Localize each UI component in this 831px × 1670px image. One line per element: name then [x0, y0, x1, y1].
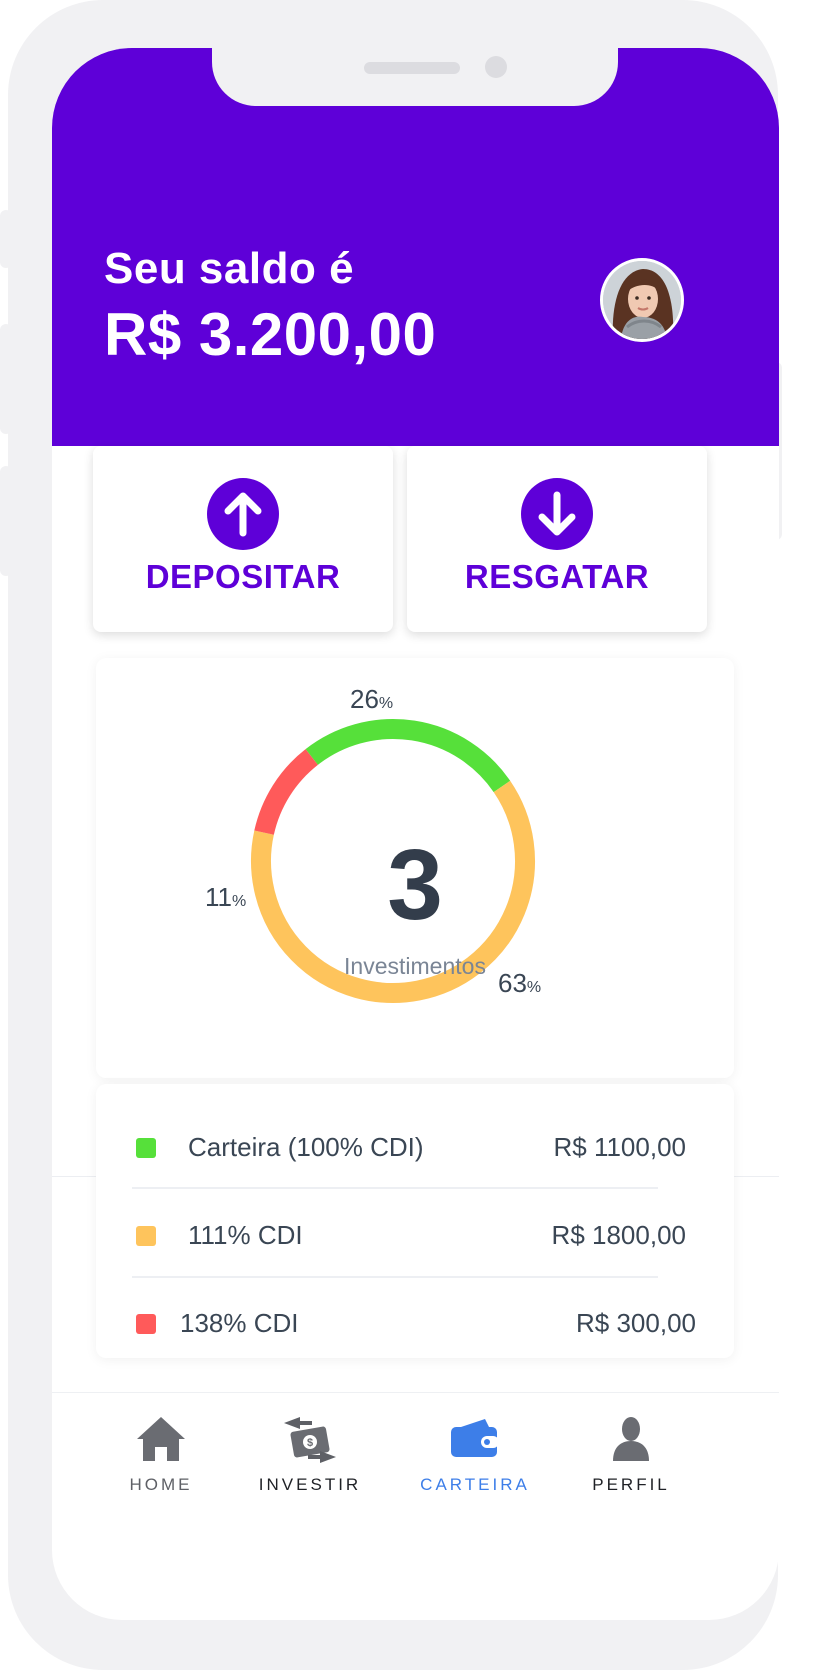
- investment-list: Carteira (100% CDI) R$ 1100,00 111% CDI …: [96, 1084, 734, 1358]
- portfolio-chart-card: 26% 63% 11% 3 Investimentos: [96, 658, 734, 1078]
- withdraw-label: RESGATAR: [464, 558, 650, 595]
- investment-amount: R$ 1100,00: [553, 1132, 686, 1162]
- color-marker: [136, 1138, 156, 1158]
- nav-label: CARTEIRA: [420, 1475, 530, 1494]
- phone-side-button: [0, 324, 12, 434]
- investment-name: 111% CDI: [188, 1220, 303, 1250]
- deposit-button[interactable]: DEPOSITAR: [93, 446, 393, 632]
- investment-count-label: Investimentos: [344, 953, 486, 979]
- home-icon: [137, 1417, 185, 1461]
- investment-amount: R$ 1800,00: [551, 1220, 686, 1250]
- balance-amount: R$ 3.200,00: [104, 301, 437, 368]
- phone-notch: [212, 48, 618, 106]
- investment-amount: R$ 300,00: [576, 1308, 696, 1338]
- donut-segment-3: [254, 749, 319, 836]
- wallet-icon: [451, 1419, 499, 1457]
- list-item[interactable]: Carteira (100% CDI) R$ 1100,00: [132, 1102, 698, 1190]
- nav-label: HOME: [129, 1475, 193, 1494]
- balance-header: Seu saldo é R$ 3.200,00: [52, 48, 779, 446]
- donut-segment-1: [305, 719, 511, 793]
- nav-item-carteira[interactable]: CARTEIRA: [400, 1413, 550, 1495]
- arrow-up-icon: [207, 478, 279, 550]
- money-transfer-icon: $: [284, 1417, 336, 1463]
- segment-percent-label: 26%: [350, 684, 394, 714]
- bottom-navigation: HOME $ INVESTIR CARTEIRA PERFIL: [52, 1392, 779, 1523]
- investment-name: Carteira (100% CDI): [188, 1132, 424, 1162]
- app-screen: Seu saldo é R$ 3.200,00 DEPOSITAR RESGAT…: [52, 48, 779, 1620]
- nav-label: PERFIL: [592, 1475, 670, 1494]
- investment-count: 3: [387, 829, 443, 941]
- speaker-icon: [364, 62, 460, 74]
- avatar[interactable]: [600, 258, 684, 342]
- phone-side-button: [0, 210, 12, 268]
- nav-label: INVESTIR: [258, 1475, 362, 1494]
- profile-icon: [613, 1417, 649, 1461]
- camera-icon: [485, 56, 507, 78]
- svg-text:$: $: [307, 1437, 313, 1449]
- list-separator: [132, 1187, 658, 1189]
- list-item[interactable]: 111% CDI R$ 1800,00: [132, 1190, 698, 1278]
- investment-name: 138% CDI: [180, 1308, 299, 1338]
- balance-label: Seu saldo é: [104, 244, 355, 293]
- color-marker: [136, 1314, 156, 1334]
- arrow-down-icon: [521, 478, 593, 550]
- color-marker: [136, 1226, 156, 1246]
- list-item[interactable]: 138% CDI R$ 300,00: [132, 1278, 698, 1366]
- nav-item-investir[interactable]: $ INVESTIR: [235, 1413, 385, 1495]
- nav-item-perfil[interactable]: PERFIL: [556, 1413, 706, 1495]
- withdraw-button[interactable]: RESGATAR: [407, 446, 707, 632]
- nav-item-home[interactable]: HOME: [86, 1413, 236, 1495]
- avatar-photo-icon: [603, 261, 681, 339]
- deposit-label: DEPOSITAR: [145, 558, 341, 595]
- phone-side-button: [0, 466, 12, 576]
